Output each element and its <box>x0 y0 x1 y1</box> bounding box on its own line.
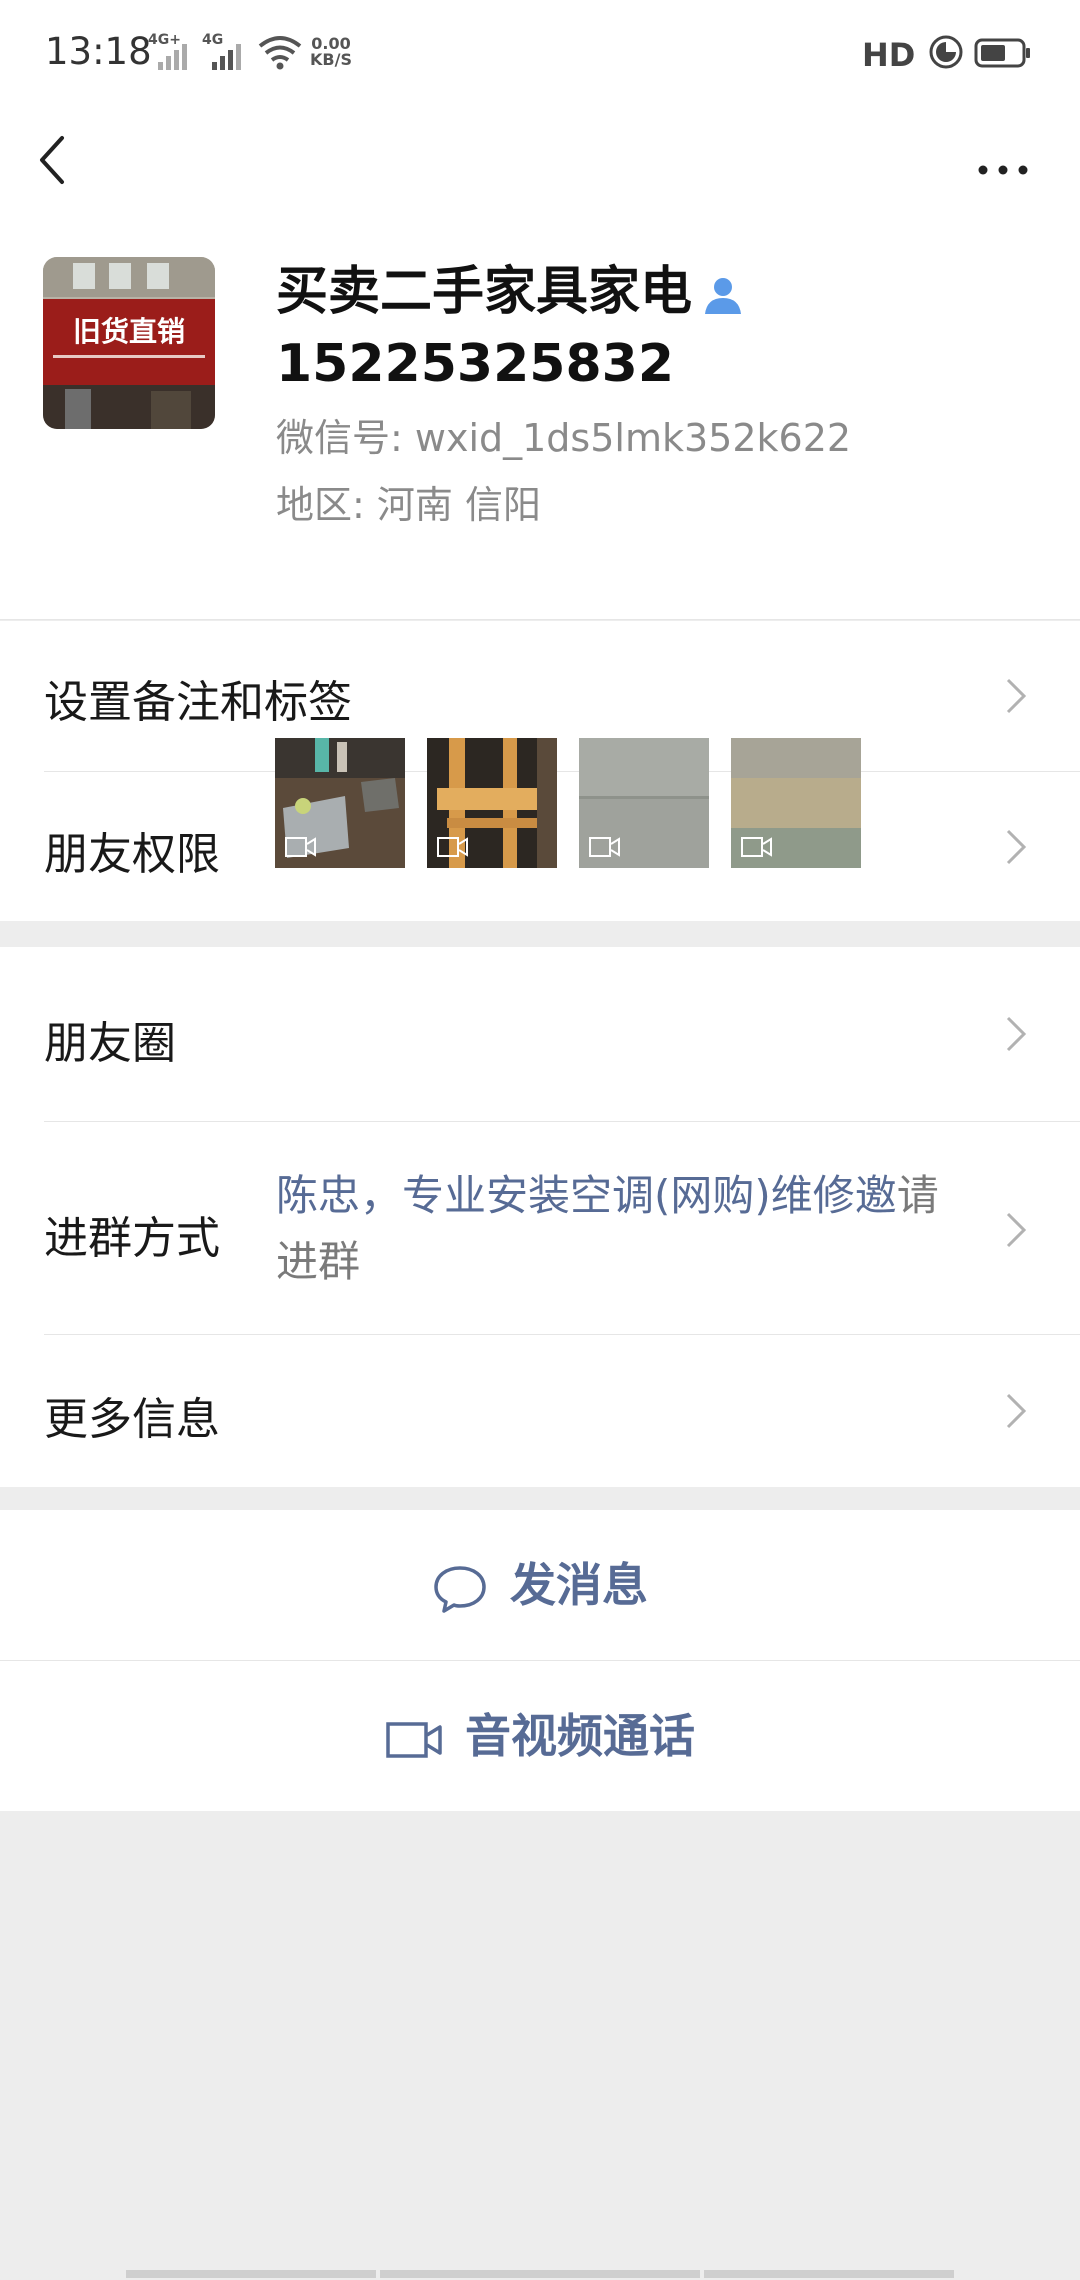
back-arrow-icon[interactable] <box>28 120 88 200</box>
video-call-button[interactable]: 音视频通话 <box>0 1661 1080 1811</box>
chevron-right-icon <box>1006 678 1027 714</box>
svg-text:旧货直销: 旧货直销 <box>73 315 185 348</box>
nav-indicator <box>704 2270 954 2278</box>
join-group-value: 陈忠，专业安装空调(网购)维修邀请进群 <box>276 1163 976 1295</box>
action-group: 发消息 音视频通话 <box>0 1510 1080 1811</box>
more-info-row[interactable]: 更多信息 <box>0 1335 1080 1487</box>
sim2-signal-icon: 4G <box>202 32 250 70</box>
more-info-label: 更多信息 <box>44 1394 220 1445</box>
person-verified-icon <box>705 278 742 314</box>
moments-thumbnail[interactable] <box>731 738 861 868</box>
wechat-id: 微信号: wxid_1ds5lmk352k622 <box>276 416 852 460</box>
moments-thumbnail[interactable] <box>579 738 709 868</box>
wifi-icon <box>258 36 302 70</box>
hd-indicator: HD <box>862 36 916 74</box>
send-message-button[interactable]: 发消息 <box>0 1510 1080 1660</box>
contact-phone: 15225325832 <box>276 334 674 394</box>
net-speed: 0.00 KB/S <box>310 34 352 69</box>
video-camera-icon <box>437 837 468 857</box>
chevron-right-icon <box>1006 1016 1027 1052</box>
divider <box>0 619 1080 620</box>
contact-name-text: 买卖二手家具家电 <box>276 262 693 322</box>
alarm-icon <box>929 35 963 69</box>
video-camera-icon <box>285 837 316 857</box>
moments-label: 朋友圈 <box>44 1018 176 1069</box>
sim1-signal-icon: 4G+ <box>148 32 196 70</box>
friend-permissions-label: 朋友权限 <box>44 829 220 880</box>
remark-tags-label: 设置备注和标签 <box>44 677 352 728</box>
contact-name: 买卖二手家具家电 <box>276 260 744 324</box>
more-dots-icon[interactable] <box>970 130 1040 190</box>
chat-bubble-icon <box>434 1565 486 1613</box>
moments-thumbnail[interactable] <box>427 738 557 868</box>
video-call-label: 音视频通话 <box>465 1709 695 1763</box>
video-camera-icon <box>386 1721 442 1758</box>
avatar[interactable]: 旧货直销 <box>43 257 215 429</box>
status-time: 13:18 <box>45 30 152 73</box>
top-nav-bar <box>0 110 1080 230</box>
send-message-label: 发消息 <box>510 1558 648 1612</box>
join-group-label: 进群方式 <box>44 1213 220 1264</box>
video-camera-icon <box>741 837 772 857</box>
region: 地区: 河南 信阳 <box>276 483 541 527</box>
nav-indicator <box>380 2270 700 2278</box>
join-group-inviter[interactable]: 陈忠，专业安装空调(网购)维修邀 <box>276 1171 897 1220</box>
moments-thumbnail[interactable] <box>275 738 405 868</box>
video-camera-icon <box>589 837 620 857</box>
chevron-right-icon <box>1006 1212 1027 1248</box>
chevron-right-icon <box>1006 829 1027 865</box>
nav-indicator <box>126 2270 376 2278</box>
moments-row[interactable]: 朋友圈 <box>0 947 1080 1121</box>
status-bar: 13:18 4G+ 4G 0.00 KB/S HD <box>0 0 1080 110</box>
profile-card: 旧货直销 买卖二手家具家电 15225325832 微信号: wxid_1ds5… <box>0 230 1080 620</box>
chevron-right-icon <box>1006 1393 1027 1429</box>
battery-icon <box>974 38 1030 68</box>
